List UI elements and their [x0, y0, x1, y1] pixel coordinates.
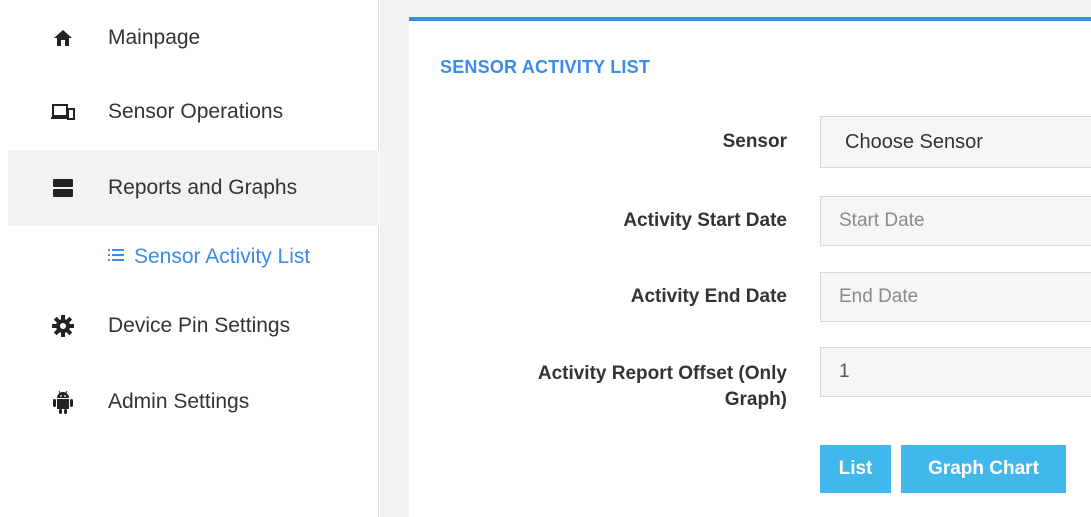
panel-title: SENSOR ACTIVITY LIST	[440, 57, 651, 77]
sidebar-item-label: Reports and Graphs	[108, 176, 298, 199]
sidebar-subitem-label: Sensor Activity List	[134, 245, 311, 268]
sensor-select[interactable]: Choose Sensor	[820, 116, 1091, 168]
server-icon	[50, 175, 76, 201]
home-icon	[50, 25, 76, 51]
sensor-activity-panel: SENSOR ACTIVITY LIST Sensor Choose Senso…	[409, 17, 1091, 517]
sidebar-item-sensor-operations[interactable]: Sensor Operations	[8, 74, 379, 150]
list-icon	[108, 248, 124, 266]
offset-input[interactable]	[820, 347, 1091, 397]
start-date-input[interactable]	[820, 196, 1091, 246]
sidebar-item-admin-settings[interactable]: Admin Settings	[8, 364, 379, 440]
end-date-label: Activity End Date	[630, 286, 787, 307]
android-icon	[50, 389, 76, 415]
sidebar-item-label: Device Pin Settings	[108, 314, 291, 337]
sidebar-subitem-sensor-activity-list[interactable]: Sensor Activity List	[108, 240, 310, 274]
sidebar-item-device-pin-settings[interactable]: Device Pin Settings	[8, 288, 379, 364]
offset-label-line1: Activity Report Offset (Only	[537, 363, 787, 384]
sensor-label: Sensor	[722, 131, 787, 152]
graph-chart-button[interactable]: Graph Chart	[901, 445, 1066, 493]
sidebar: Mainpage Sensor Operations Reports and G…	[0, 0, 379, 517]
list-button[interactable]: List	[820, 445, 891, 493]
sidebar-item-label: Admin Settings	[108, 390, 250, 413]
sensor-select-value: Choose Sensor	[845, 130, 983, 153]
sidebar-item-reports-and-graphs[interactable]: Reports and Graphs	[8, 150, 379, 226]
offset-label: Activity Report Offset (Only Graph)	[538, 361, 787, 413]
sidebar-item-mainpage[interactable]: Mainpage	[8, 0, 379, 76]
end-date-input[interactable]	[820, 272, 1091, 322]
start-date-label: Activity Start Date	[623, 210, 787, 231]
sidebar-item-label: Mainpage	[108, 26, 201, 49]
sidebar-item-label: Sensor Operations	[108, 100, 284, 123]
gear-icon	[50, 313, 76, 339]
devices-icon	[50, 99, 76, 125]
offset-label-line2: Graph)	[724, 389, 787, 410]
